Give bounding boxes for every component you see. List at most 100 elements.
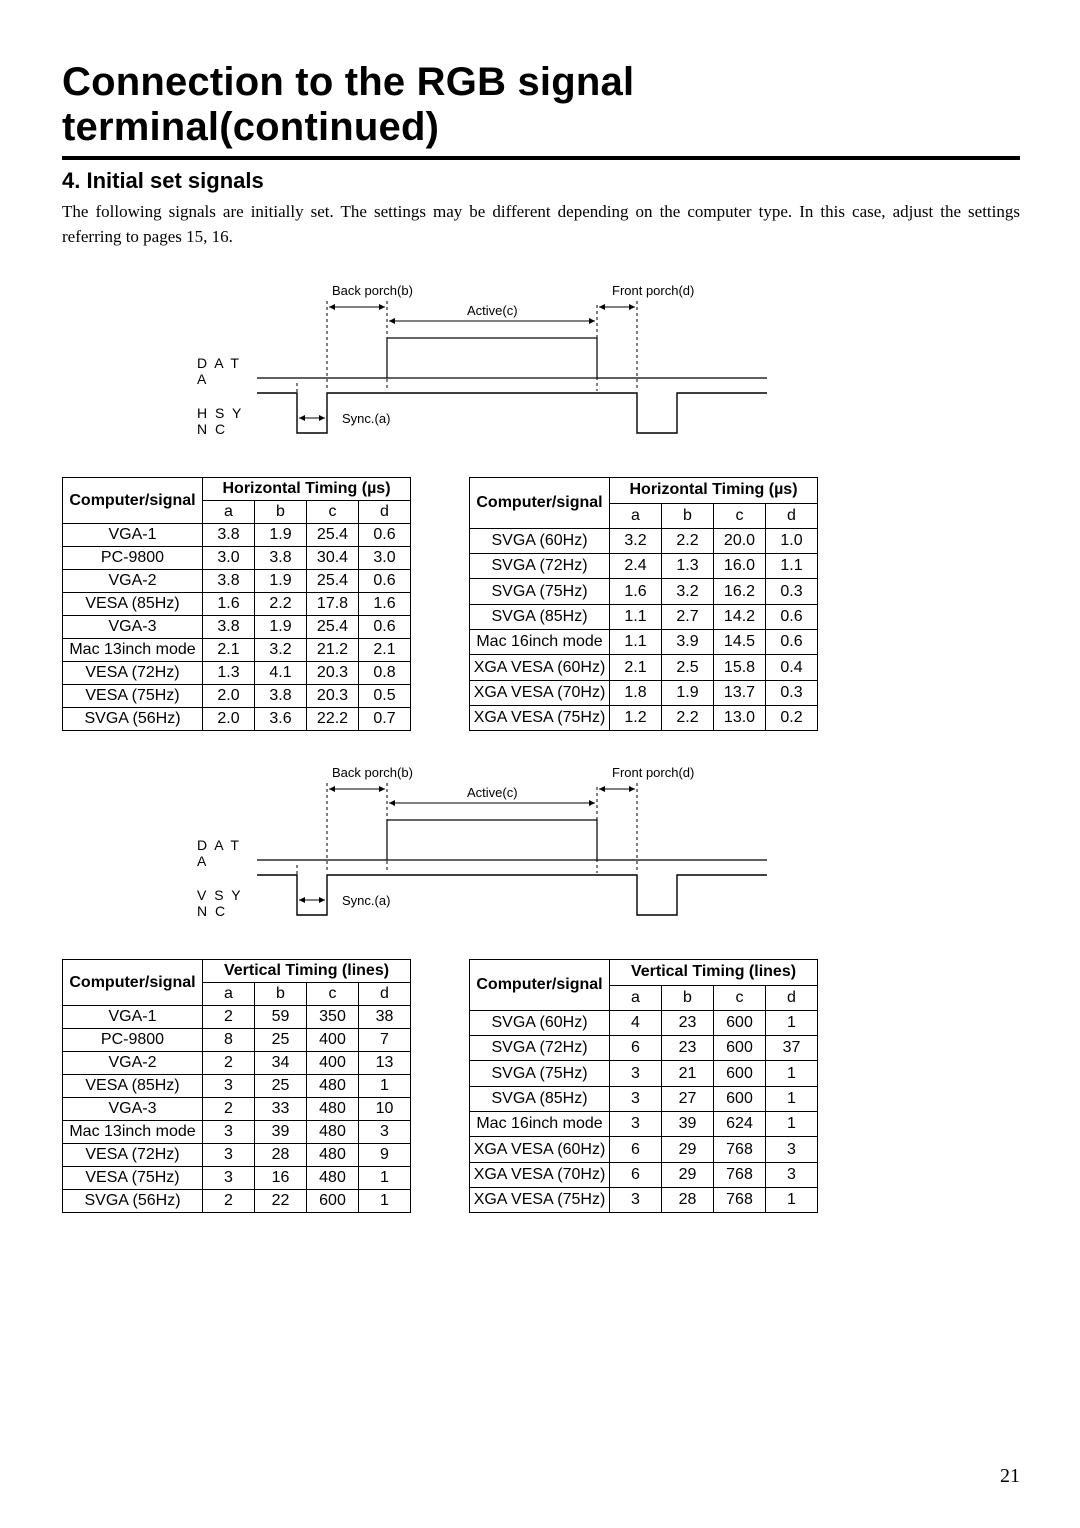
table-row: XGA VESA (70Hz)6297683 [470,1162,818,1187]
vsync-diagram: D A T A V S Y N C Back porch(b) Front po… [62,765,1020,937]
cell-b: 16 [255,1167,307,1190]
table-row: XGA VESA (75Hz)1.22.213.00.2 [470,705,818,730]
hdr-d: d [766,985,818,1010]
label-back-porch: Back porch(b) [332,283,413,298]
hdr-c: c [714,985,766,1010]
cell-d: 0.8 [359,662,411,685]
hdr-timing-group: Horizontal Timing (µs) [203,478,411,501]
cell-b: 1.9 [255,616,307,639]
hdr-a: a [203,983,255,1006]
cell-a: 2 [203,1052,255,1075]
cell-name: Mac 16inch mode [470,630,610,655]
svg-text:Sync.(a): Sync.(a) [342,893,390,908]
cell-d: 1 [359,1167,411,1190]
cell-name: XGA VESA (60Hz) [470,1137,610,1162]
cell-a: 1.2 [610,705,662,730]
cell-d: 3 [766,1162,818,1187]
cell-c: 22.2 [307,708,359,731]
cell-d: 13 [359,1052,411,1075]
cell-b: 4.1 [255,662,307,685]
svg-text:Front porch(d): Front porch(d) [612,765,694,780]
cell-c: 20.0 [714,528,766,553]
table-row: XGA VESA (75Hz)3287681 [470,1187,818,1212]
table-row: VGA-223440013 [63,1052,411,1075]
cell-a: 1.1 [610,630,662,655]
hdr-timing-group: Vertical Timing (lines) [610,960,818,985]
cell-name: VGA-2 [63,570,203,593]
cell-d: 3.0 [359,547,411,570]
cell-b: 23 [662,1036,714,1061]
cell-c: 20.3 [307,662,359,685]
table-row: SVGA (85Hz)1.12.714.20.6 [470,604,818,629]
cell-name: SVGA (75Hz) [470,1061,610,1086]
vert-table-right: Computer/signalVertical Timing (lines)ab… [469,959,818,1213]
table-row: VGA-125935038 [63,1006,411,1029]
hdr-b: b [255,501,307,524]
cell-name: SVGA (85Hz) [470,604,610,629]
table-row: XGA VESA (70Hz)1.81.913.70.3 [470,680,818,705]
table-row: XGA VESA (60Hz)6297683 [470,1137,818,1162]
cell-d: 0.6 [766,630,818,655]
label-active: Active(c) [467,303,518,318]
cell-name: VGA-3 [63,616,203,639]
table-row: VGA-23.81.925.40.6 [63,570,411,593]
hdr-a: a [203,501,255,524]
cell-a: 6 [610,1162,662,1187]
horiz-table-right: Computer/signalHorizontal Timing (µs)abc… [469,477,818,731]
cell-d: 0.3 [766,579,818,604]
table-row: VGA-323348010 [63,1098,411,1121]
cell-c: 768 [714,1137,766,1162]
cell-a: 1.1 [610,604,662,629]
cell-name: XGA VESA (75Hz) [470,1187,610,1212]
hdr-a: a [610,503,662,528]
table-row: SVGA (75Hz)1.63.216.20.3 [470,579,818,604]
cell-name: VESA (75Hz) [63,1167,203,1190]
cell-d: 1 [766,1112,818,1137]
cell-c: 480 [307,1098,359,1121]
cell-d: 1 [766,1086,818,1111]
cell-a: 3.8 [203,616,255,639]
table-row: SVGA (56Hz)2.03.622.20.7 [63,708,411,731]
table-row: SVGA (75Hz)3216001 [470,1061,818,1086]
cell-b: 39 [662,1112,714,1137]
table-row: VESA (75Hz)3164801 [63,1167,411,1190]
cell-d: 10 [359,1098,411,1121]
table-row: VESA (72Hz)3284809 [63,1144,411,1167]
cell-b: 28 [662,1187,714,1212]
cell-name: VGA-1 [63,1006,203,1029]
cell-a: 2.0 [203,685,255,708]
cell-c: 15.8 [714,655,766,680]
cell-a: 3.8 [203,570,255,593]
cell-b: 34 [255,1052,307,1075]
cell-c: 30.4 [307,547,359,570]
cell-b: 25 [255,1075,307,1098]
cell-b: 21 [662,1061,714,1086]
cell-a: 1.8 [610,680,662,705]
vert-table-left: Computer/signalVertical Timing (lines)ab… [62,959,411,1213]
cell-c: 13.7 [714,680,766,705]
page-number: 21 [1000,1465,1020,1488]
cell-b: 2.2 [662,528,714,553]
cell-d: 3 [766,1137,818,1162]
cell-d: 9 [359,1144,411,1167]
cell-name: SVGA (60Hz) [470,528,610,553]
hdr-a: a [610,985,662,1010]
svg-text:Back porch(b): Back porch(b) [332,765,413,780]
label-front-porch: Front porch(d) [612,283,694,298]
cell-a: 3 [203,1167,255,1190]
cell-b: 2.2 [255,593,307,616]
cell-c: 768 [714,1187,766,1212]
cell-a: 3 [203,1121,255,1144]
cell-c: 600 [714,1061,766,1086]
cell-c: 600 [714,1036,766,1061]
cell-name: VESA (75Hz) [63,685,203,708]
cell-d: 0.6 [359,524,411,547]
label-data2: D A T A [197,837,257,869]
table-row: SVGA (60Hz)4236001 [470,1010,818,1035]
hdr-timing-group: Vertical Timing (lines) [203,960,411,983]
cell-name: XGA VESA (70Hz) [470,1162,610,1187]
cell-c: 350 [307,1006,359,1029]
cell-a: 3 [610,1112,662,1137]
cell-d: 0.3 [766,680,818,705]
title-rule [62,156,1020,160]
